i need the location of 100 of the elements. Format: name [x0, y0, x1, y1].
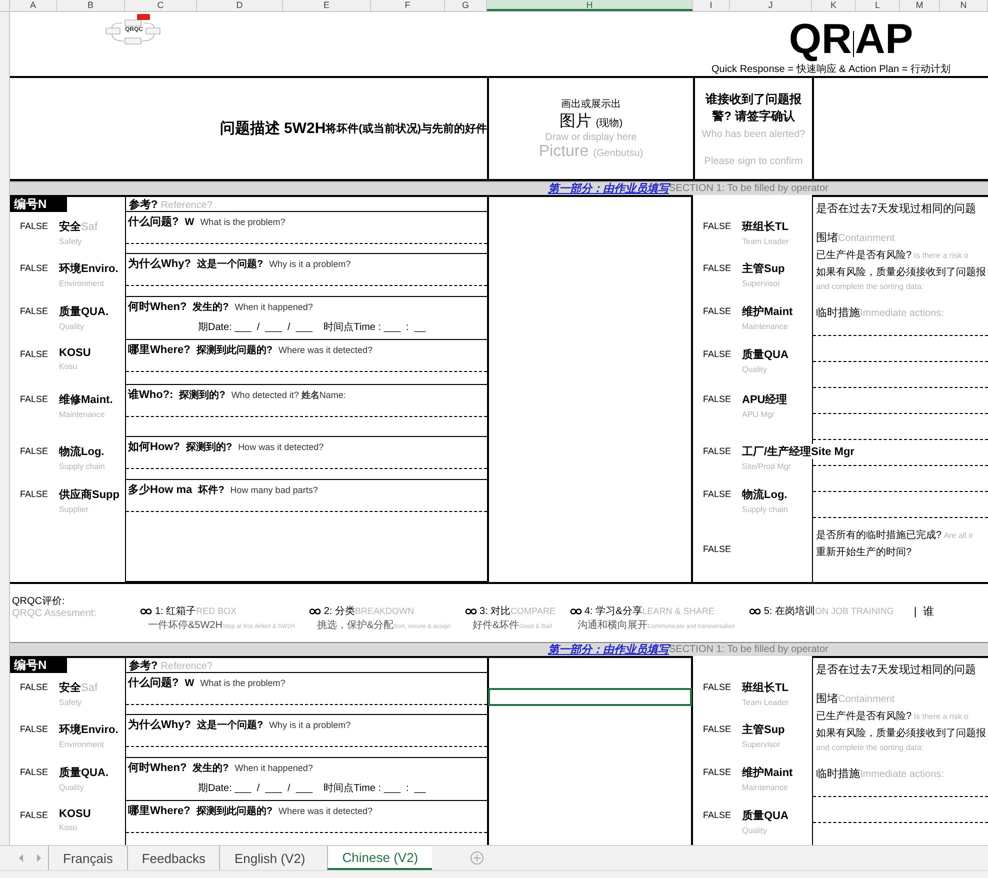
checkbox-value: FALSE [703, 544, 732, 554]
date-time-line: 期Date: ___ / ___ / ___ 时间点Time : ___ : __ [198, 782, 427, 795]
department-label: 质量QUA. [59, 765, 108, 780]
department-label: 质量QUA. [59, 304, 108, 319]
department-label: 供应商Supp [59, 487, 120, 502]
department-label: KOSU [59, 808, 91, 820]
role-label: 主管Sup [742, 722, 785, 737]
loop-icon [140, 608, 152, 614]
date-time-line: 期Date: ___ / ___ / ___ 时间点Time : ___ : __ [198, 320, 427, 334]
department-hint: Environment [59, 279, 105, 288]
picture-hint: Draw or display here [545, 132, 637, 142]
department-hint: Supply chain [59, 462, 105, 471]
checkbox-value: FALSE [20, 489, 50, 499]
department-hint: Supplier [59, 505, 90, 514]
question-prompt: 探测到此问题的? [196, 804, 272, 818]
note-heading: 是否在过去7天发现过相同的问题 [816, 663, 978, 677]
picture-title: 图片 (现物) [559, 112, 623, 132]
note-text: 重新开始生产的时间? [816, 546, 913, 559]
column-header[interactable]: E [283, 0, 371, 11]
step-label: 4: 学习&分享LEARN & SHARE [584, 604, 714, 618]
checkbox-value: FALSE [703, 489, 732, 499]
step-label: 3: 对比COMPARE [480, 604, 556, 618]
department-hint: Safety [59, 237, 83, 246]
role-hint: Supply chain [742, 505, 788, 514]
id-label: 编号N [10, 658, 67, 673]
checkbox-value: FALSE [703, 767, 732, 777]
role-label: 质量QUA [742, 347, 788, 362]
question-label: 如何How? [128, 440, 180, 454]
checkbox-value: FALSE [703, 221, 732, 231]
role-hint: Maintenance [742, 322, 789, 331]
id-label: 编号N [10, 197, 67, 212]
role-label: APU经理 [742, 392, 788, 407]
question-english: What is the problem? [200, 217, 286, 227]
question-prompt: 探测到的? [186, 440, 232, 454]
note-heading: 临时措施Immediate actions: [816, 306, 945, 320]
question-label: 谁Who?: [128, 388, 174, 402]
sheet-tab[interactable]: Chinese (V2) [327, 846, 432, 870]
checkbox-value: FALSE [20, 446, 50, 456]
sign-hint: Please sign to confirm [704, 156, 803, 166]
checkbox-value: FALSE [20, 349, 50, 359]
question-prompt: 发生的? [192, 300, 229, 314]
section-subtitle: SECTION 1: To be filled by operator [669, 183, 828, 194]
question-english: Why is it a problem? [269, 720, 351, 730]
text-cursor [852, 31, 854, 57]
column-header[interactable]: L [856, 0, 900, 11]
checkbox-value: FALSE [20, 682, 50, 692]
checkbox-value: FALSE [20, 394, 50, 404]
question-label: 为什么Why? [128, 718, 191, 732]
reference-cell: 参考? Reference? [125, 656, 487, 673]
department-hint: Quality [59, 322, 85, 331]
role-hint: APU Mgr [742, 410, 776, 419]
question-english: Why is it a problem? [269, 259, 351, 269]
role-hint: Quality [742, 365, 768, 374]
reference-cell: 参考? Reference? [125, 195, 487, 212]
column-header[interactable]: H [487, 0, 693, 11]
question-english: What is the problem? [200, 678, 286, 688]
column-header[interactable]: A [10, 0, 57, 11]
checkbox-value: FALSE [703, 349, 732, 359]
role-label: 班组长TL [742, 680, 789, 695]
title-left: QR [788, 16, 852, 62]
problem-detail: 将坏件(或当前状况)与先前的好件 [326, 122, 487, 136]
note-text: 如果有风险，质量必须接收到了问题报 [816, 266, 986, 279]
note-heading: 是否在过去7天发现过相同的问题 [816, 202, 978, 216]
role-hint: Team Leader [742, 698, 789, 707]
column-header[interactable]: D [197, 0, 283, 11]
column-header[interactable]: I [693, 0, 730, 11]
note-text: 如果有风险，质量必须接收到了问题报 [816, 726, 986, 740]
question-label: 何时When? [128, 300, 187, 314]
question-english: Where was it detected? [278, 806, 373, 816]
question-english: When it happened? [234, 763, 313, 773]
selected-cell[interactable] [488, 688, 692, 706]
question-prompt: 这是一个问题? [196, 257, 264, 271]
section-title: 第一部分：由作业员填写 [548, 182, 669, 196]
question-prompt: 坏件? [198, 484, 224, 497]
column-header[interactable]: K [812, 0, 856, 11]
column-header[interactable]: N [940, 0, 988, 11]
assessment-subtitle: QRQC Assesment: [12, 608, 98, 619]
column-header[interactable]: F [371, 0, 445, 11]
column-header[interactable]: C [125, 0, 197, 11]
alert-hint: Who has been alerted? [702, 128, 806, 140]
loop-icon [308, 608, 321, 614]
column-header[interactable]: B [57, 0, 125, 11]
checkbox-value: FALSE [703, 263, 732, 273]
department-hint: Environment [59, 740, 105, 749]
section-subtitle: SECTION 1: To be filled by operator [669, 644, 828, 655]
question-prompt: 探测到此问题的? [196, 344, 272, 357]
loop-icon [464, 608, 477, 614]
column-header[interactable]: M [900, 0, 940, 11]
role-hint: Quality [742, 826, 768, 835]
checkbox-value: FALSE [703, 306, 732, 316]
title-subtitle: Quick Response = 快速响应 & Action Plan = 行动计划 [712, 62, 950, 76]
role-hint: Supervisor [742, 279, 782, 288]
department-label: 维修Maint. [59, 392, 113, 407]
column-header[interactable]: J [730, 0, 812, 11]
assessment-trailing: | 谁 [914, 605, 934, 619]
note-text: 已生产件是否有风险? Is there a risk o [816, 248, 970, 262]
department-hint: Maintenance [59, 410, 106, 419]
department-label: KOSU [59, 347, 91, 359]
department-hint: Kosu [59, 362, 78, 371]
picture-instruction: 画出或展示出 [561, 98, 621, 110]
